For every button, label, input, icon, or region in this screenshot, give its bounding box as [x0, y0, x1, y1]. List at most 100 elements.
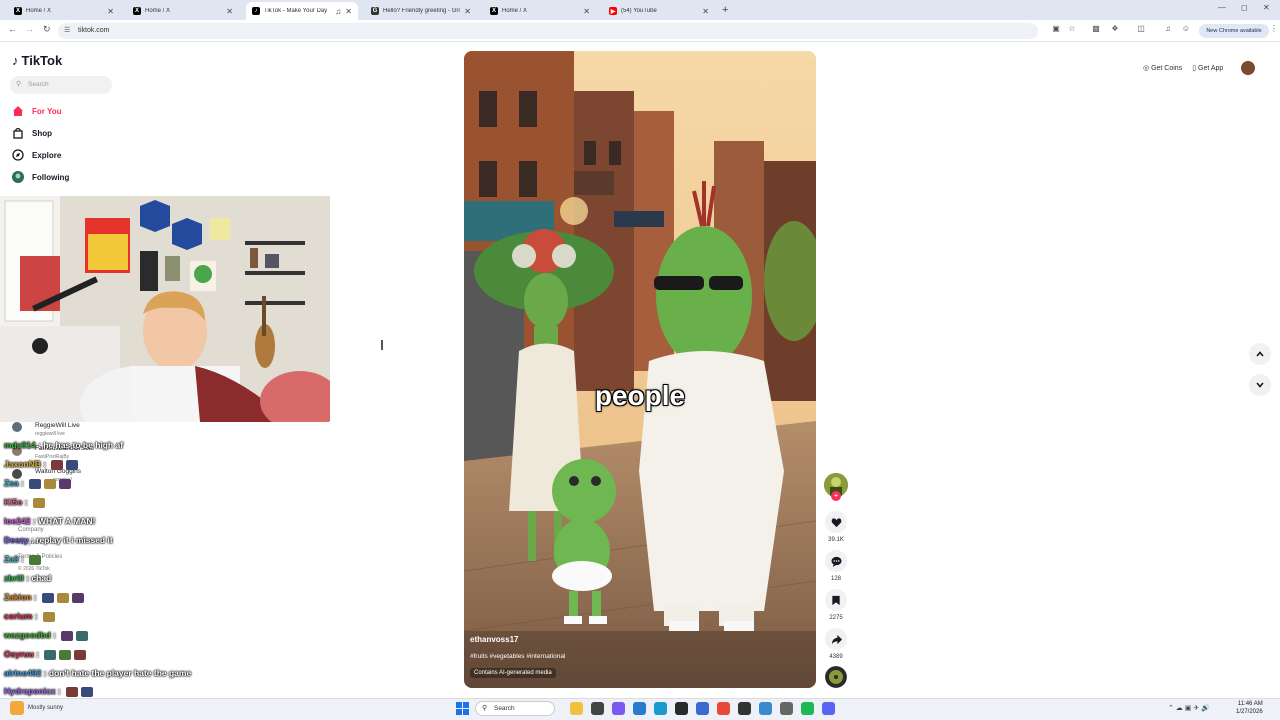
forward-icon[interactable]: → [25, 24, 34, 34]
chat-emote-icon [59, 649, 72, 660]
profile-icon[interactable]: ☺ [1180, 24, 1192, 36]
coin-icon: ◎ [1143, 65, 1150, 72]
previous-video-button[interactable] [1249, 343, 1271, 365]
chat-username[interactable]: corium [4, 611, 32, 621]
close-tab-icon[interactable]: ✕ [107, 7, 114, 16]
avatar[interactable] [12, 422, 22, 432]
chat-username[interactable]: Zakion [4, 592, 31, 602]
chat-username[interactable]: Osyruu [4, 649, 34, 659]
chat-emote-icon [66, 686, 79, 697]
follow-plus-icon[interactable]: + [831, 491, 841, 501]
chat-separator: : [55, 686, 64, 696]
search-input[interactable]: ⚲ Search [10, 76, 112, 94]
sidebar-item-for-you[interactable]: For You [12, 103, 61, 119]
obs-icon[interactable] [738, 702, 751, 715]
close-tab-icon[interactable]: ✕ [345, 7, 352, 16]
edge-icon[interactable] [654, 702, 667, 715]
system-clock[interactable]: 11:46 AM 1/27/2026 [1236, 700, 1263, 716]
chat-username[interactable]: mdc814 [4, 440, 36, 450]
sidebar-item-explore[interactable]: Explore [12, 147, 61, 163]
chat-message: wazgoodbd : [4, 630, 89, 641]
tiktok-logo[interactable]: ♪ TikTok [12, 53, 62, 68]
cast-icon[interactable]: ▣ [1050, 24, 1062, 36]
browser-tab[interactable]: X Home / X ✕ [8, 2, 120, 20]
share-button[interactable] [825, 628, 847, 650]
bookmark-star-icon[interactable]: ☆ [1066, 24, 1078, 36]
video-player[interactable] [464, 51, 816, 688]
chrome-icon[interactable] [717, 702, 730, 715]
chat-emote-icon [29, 554, 42, 565]
store-icon[interactable] [696, 702, 709, 715]
file-explorer-icon[interactable] [570, 702, 583, 715]
weather-icon[interactable] [10, 701, 24, 715]
sound-disc-icon[interactable] [825, 666, 847, 688]
terminal-icon[interactable] [675, 702, 688, 715]
tray-icons[interactable]: ⌃ ☁ ▣ ✈ 🔊 [1168, 704, 1210, 712]
sidebar-item-following[interactable]: Following [12, 169, 69, 185]
address-bar[interactable]: ☰ tiktok.com [58, 23, 1038, 39]
settings-icon[interactable] [780, 702, 793, 715]
taskbar-search[interactable]: ⚲ Search [475, 701, 555, 716]
reload-icon[interactable]: ↻ [43, 24, 51, 35]
video-author[interactable]: ethanvoss17 [470, 635, 518, 644]
close-tab-icon[interactable]: ✕ [464, 7, 471, 16]
chrome-menu-icon[interactable]: ⋮ [1268, 24, 1280, 36]
photos-icon[interactable] [633, 702, 646, 715]
chat-emote-icon [32, 497, 45, 508]
chat-username[interactable]: wazgoodbd [4, 630, 51, 640]
chat-username[interactable]: Zsa [4, 478, 19, 488]
grok-favicon-icon: G [371, 7, 379, 15]
chat-username[interactable]: Ki5o [4, 497, 22, 507]
copilot-icon[interactable] [612, 702, 625, 715]
snipping-icon[interactable] [759, 702, 772, 715]
media-control-icon[interactable]: ♫ [1162, 24, 1174, 36]
user-avatar[interactable] [1241, 61, 1256, 75]
chat-username[interactable]: loe242 [4, 516, 30, 526]
search-icon: ⚲ [482, 705, 488, 712]
chat-text: WHAT A MAN! [38, 516, 96, 526]
new-tab-button[interactable]: + [722, 4, 728, 16]
chat-username[interactable]: alrino492 [4, 668, 41, 678]
chat-username[interactable]: Za3 [4, 554, 19, 564]
next-video-button[interactable] [1249, 374, 1271, 396]
spotify-icon[interactable] [801, 702, 814, 715]
minimize-icon[interactable]: — [1218, 3, 1226, 12]
discord-icon[interactable] [822, 702, 835, 715]
save-button[interactable] [825, 589, 847, 611]
close-tab-icon[interactable]: ✕ [583, 7, 590, 16]
sidebar-item-shop[interactable]: Shop [12, 125, 52, 141]
browser-tab[interactable]: X Home / X ✕ [127, 2, 239, 20]
like-button[interactable] [825, 511, 847, 533]
video-hashtags[interactable]: #fruits #vegetables #international [470, 653, 565, 660]
chat-username[interactable]: JaxonNB [4, 459, 41, 469]
close-tab-icon[interactable]: ✕ [226, 7, 233, 16]
extension-icon[interactable]: ▩ [1090, 24, 1102, 36]
following-account-name[interactable]: ReggieWill Live [35, 422, 80, 429]
get-coins-button[interactable]: ◎ Get Coins [1143, 64, 1182, 72]
chat-username[interactable]: Deezy [4, 535, 29, 545]
comment-button[interactable] [825, 550, 847, 572]
browser-tab[interactable]: X Home / X ✕ [484, 2, 596, 20]
chat-username[interactable]: zbrill [4, 573, 24, 583]
notepad-icon[interactable] [591, 702, 604, 715]
side-panel-icon[interactable]: ◫ [1135, 24, 1147, 36]
footer-link[interactable]: Company [18, 527, 44, 533]
new-chrome-available-button[interactable]: New Chrome available [1199, 24, 1269, 38]
chat-emote-icon [56, 592, 69, 603]
tab-audio-icon[interactable]: ♫ [335, 7, 341, 16]
back-icon[interactable]: ← [8, 24, 17, 34]
chat-separator: : [32, 611, 40, 621]
browser-tab[interactable]: ♪ TikTok - Make Your Day ♫ ✕ [246, 2, 358, 20]
browser-tab[interactable]: ▶ (54) YouTube ✕ [603, 2, 715, 20]
get-app-button[interactable]: ▯ Get App [1192, 64, 1223, 72]
site-info-icon[interactable]: ☰ [64, 26, 70, 34]
maximize-icon[interactable]: ◻ [1241, 3, 1248, 12]
chat-message: Za3 : [4, 554, 42, 565]
puzzle-extensions-icon[interactable]: ❖ [1109, 24, 1121, 36]
windows-start-icon[interactable] [456, 702, 469, 715]
browser-tab[interactable]: G Hello? Friendly greeting - Grok ✕ [365, 2, 477, 20]
close-window-icon[interactable]: ✕ [1263, 3, 1270, 12]
tab-label: Home / X [145, 8, 171, 14]
chat-username[interactable]: Hydraponicx [4, 686, 56, 696]
close-tab-icon[interactable]: ✕ [702, 7, 709, 16]
